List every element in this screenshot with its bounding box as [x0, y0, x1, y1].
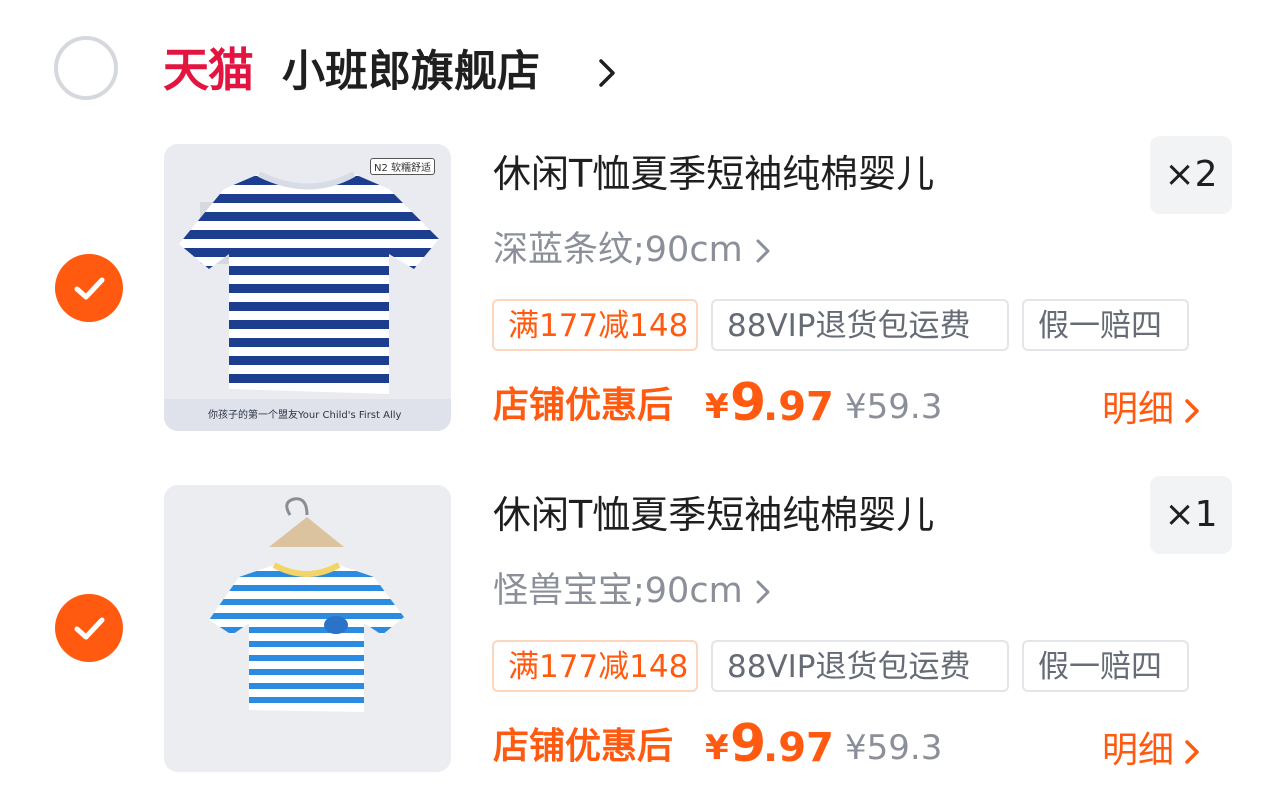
chevron-right-icon — [1185, 740, 1199, 764]
quantity-selector[interactable]: ×1 — [1150, 476, 1232, 554]
product-title[interactable]: 休闲T恤夏季短袖纯棉婴儿 — [493, 491, 934, 539]
sku-label: 怪兽宝宝;90cm — [493, 571, 743, 611]
currency-symbol: ¥ — [705, 387, 729, 427]
item-select-checkbox[interactable] — [55, 594, 123, 662]
price-detail-link[interactable]: 明细 — [1102, 385, 1200, 435]
striped-tshirt-on-hanger-illustration — [164, 485, 451, 772]
guarantee-tag: 假一赔四 — [1022, 299, 1189, 351]
chevron-right-icon — [756, 580, 770, 604]
price-integer: 9 — [730, 373, 767, 433]
detail-label: 明细 — [1102, 389, 1175, 430]
detail-label: 明细 — [1102, 730, 1175, 771]
currency-symbol: ¥ — [705, 728, 729, 768]
checkmark-icon — [74, 617, 105, 640]
price-integer: 9 — [730, 714, 767, 774]
chevron-right-icon — [1185, 399, 1199, 423]
promo-tag: 满177减148 — [492, 299, 698, 351]
guarantee-tag: 假一赔四 — [1022, 640, 1189, 692]
price-decimal: .97 — [763, 725, 834, 771]
promo-tag: 满177减148 — [492, 640, 698, 692]
product-image[interactable] — [164, 485, 451, 772]
vip-tag: 88VIP退货包运费 — [711, 640, 1009, 692]
sku-selector[interactable]: 怪兽宝宝;90cm — [493, 568, 771, 614]
price-decimal: .97 — [763, 384, 834, 430]
cart-item: 休闲T恤夏季短袖纯棉婴儿 ×1 怪兽宝宝;90cm 满177减148 88VIP… — [0, 0, 1280, 774]
vip-tag: 88VIP退货包运费 — [711, 299, 1009, 351]
price-label: 店铺优惠后 — [493, 726, 674, 767]
image-caption: 你孩子的第一个盟友Your Child's First Ally — [208, 410, 402, 421]
original-price: ¥59.3 — [845, 728, 943, 768]
original-price: ¥59.3 — [845, 387, 943, 427]
price-label: 店铺优惠后 — [493, 385, 674, 426]
price-detail-link[interactable]: 明细 — [1102, 726, 1200, 776]
